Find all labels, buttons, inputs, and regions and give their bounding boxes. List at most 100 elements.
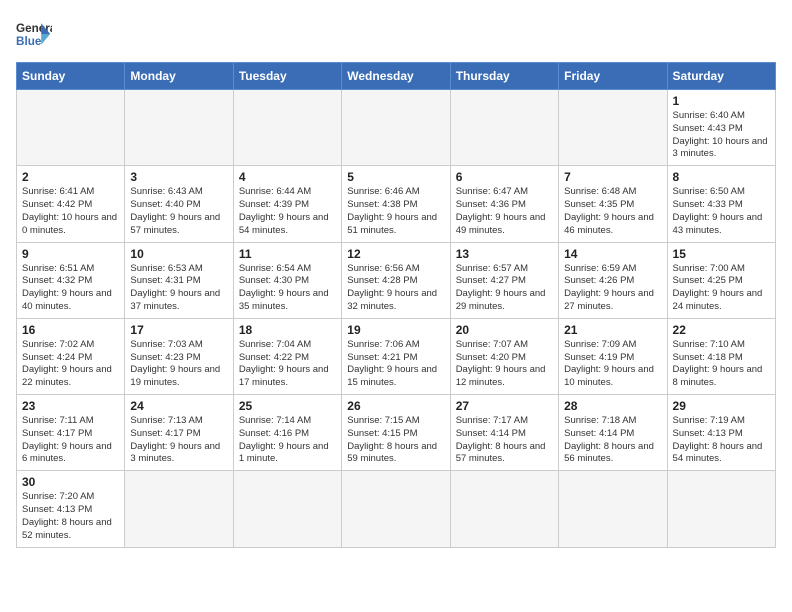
day-info: Sunrise: 7:11 AM Sunset: 4:17 PM Dayligh… (22, 415, 119, 466)
calendar-cell (559, 90, 667, 166)
calendar-cell: 14 Sunrise: 6:59 AM Sunset: 4:26 PM Dayli… (559, 242, 667, 318)
day-info: Sunrise: 6:50 AM Sunset: 4:33 PM Dayligh… (673, 186, 770, 237)
calendar-table: SundayMondayTuesdayWednesdayThursdayFrid… (16, 62, 776, 548)
day-number: 4 (239, 170, 336, 184)
week-row-6: 30 Sunrise: 7:20 AM Sunset: 4:13 PM Dayli… (17, 471, 776, 547)
day-info: Sunrise: 7:04 AM Sunset: 4:22 PM Dayligh… (239, 339, 336, 390)
calendar-cell (233, 90, 341, 166)
day-header-wednesday: Wednesday (342, 63, 450, 90)
calendar-cell: 21 Sunrise: 7:09 AM Sunset: 4:19 PM Dayli… (559, 318, 667, 394)
day-info: Sunrise: 7:18 AM Sunset: 4:14 PM Dayligh… (564, 415, 661, 466)
calendar-cell (450, 471, 558, 547)
day-number: 29 (673, 399, 770, 413)
day-info: Sunrise: 6:40 AM Sunset: 4:43 PM Dayligh… (673, 110, 770, 161)
day-number: 19 (347, 323, 444, 337)
day-info: Sunrise: 6:59 AM Sunset: 4:26 PM Dayligh… (564, 263, 661, 314)
day-number: 2 (22, 170, 119, 184)
day-info: Sunrise: 7:09 AM Sunset: 4:19 PM Dayligh… (564, 339, 661, 390)
day-number: 10 (130, 247, 227, 261)
calendar-cell: 1 Sunrise: 6:40 AM Sunset: 4:43 PM Daylig… (667, 90, 775, 166)
week-row-4: 16Sunrise: 7:02 AM Sunset: 4:24 PM Dayli… (17, 318, 776, 394)
day-info: Sunrise: 6:57 AM Sunset: 4:27 PM Dayligh… (456, 263, 553, 314)
day-info: Sunrise: 6:41 AM Sunset: 4:42 PM Dayligh… (22, 186, 119, 237)
calendar-cell (450, 90, 558, 166)
day-info: Sunrise: 6:53 AM Sunset: 4:31 PM Dayligh… (130, 263, 227, 314)
day-number: 26 (347, 399, 444, 413)
calendar-cell: 28Sunrise: 7:18 AM Sunset: 4:14 PM Dayli… (559, 395, 667, 471)
week-row-3: 9Sunrise: 6:51 AM Sunset: 4:32 PM Daylig… (17, 242, 776, 318)
day-number: 6 (456, 170, 553, 184)
day-number: 30 (22, 475, 119, 489)
day-number: 5 (347, 170, 444, 184)
calendar-cell: 11 Sunrise: 6:54 AM Sunset: 4:30 PM Dayli… (233, 242, 341, 318)
calendar-cell: 4 Sunrise: 6:44 AM Sunset: 4:39 PM Daylig… (233, 166, 341, 242)
day-info: Sunrise: 7:13 AM Sunset: 4:17 PM Dayligh… (130, 415, 227, 466)
calendar-cell: 23 Sunrise: 7:11 AM Sunset: 4:17 PM Dayli… (17, 395, 125, 471)
day-number: 14 (564, 247, 661, 261)
day-number: 16 (22, 323, 119, 337)
page-header: General Blue (16, 16, 776, 52)
day-number: 23 (22, 399, 119, 413)
days-header-row: SundayMondayTuesdayWednesdayThursdayFrid… (17, 63, 776, 90)
calendar-cell: 25Sunrise: 7:14 AM Sunset: 4:16 PM Dayli… (233, 395, 341, 471)
calendar-cell: 29 Sunrise: 7:19 AM Sunset: 4:13 PM Dayli… (667, 395, 775, 471)
day-number: 1 (673, 94, 770, 108)
day-number: 13 (456, 247, 553, 261)
calendar-cell: 19 Sunrise: 7:06 AM Sunset: 4:21 PM Dayli… (342, 318, 450, 394)
day-header-saturday: Saturday (667, 63, 775, 90)
calendar-cell: 18 Sunrise: 7:04 AM Sunset: 4:22 PM Dayli… (233, 318, 341, 394)
day-header-sunday: Sunday (17, 63, 125, 90)
day-header-tuesday: Tuesday (233, 63, 341, 90)
calendar-cell: 3Sunrise: 6:43 AM Sunset: 4:40 PM Daylig… (125, 166, 233, 242)
day-info: Sunrise: 7:17 AM Sunset: 4:14 PM Dayligh… (456, 415, 553, 466)
logo-icon: General Blue (16, 16, 52, 52)
day-number: 7 (564, 170, 661, 184)
calendar-cell: 22 Sunrise: 7:10 AM Sunset: 4:18 PM Dayli… (667, 318, 775, 394)
calendar-cell: 16Sunrise: 7:02 AM Sunset: 4:24 PM Dayli… (17, 318, 125, 394)
day-number: 24 (130, 399, 227, 413)
calendar-cell: 27 Sunrise: 7:17 AM Sunset: 4:14 PM Dayli… (450, 395, 558, 471)
day-info: Sunrise: 6:54 AM Sunset: 4:30 PM Dayligh… (239, 263, 336, 314)
calendar-cell (342, 90, 450, 166)
week-row-5: 23 Sunrise: 7:11 AM Sunset: 4:17 PM Dayli… (17, 395, 776, 471)
day-number: 8 (673, 170, 770, 184)
day-number: 21 (564, 323, 661, 337)
day-info: Sunrise: 6:56 AM Sunset: 4:28 PM Dayligh… (347, 263, 444, 314)
day-number: 11 (239, 247, 336, 261)
day-info: Sunrise: 7:20 AM Sunset: 4:13 PM Dayligh… (22, 491, 119, 542)
calendar-cell (559, 471, 667, 547)
calendar-cell: 5Sunrise: 6:46 AM Sunset: 4:38 PM Daylig… (342, 166, 450, 242)
calendar-cell: 6 Sunrise: 6:47 AM Sunset: 4:36 PM Daylig… (450, 166, 558, 242)
day-info: Sunrise: 7:10 AM Sunset: 4:18 PM Dayligh… (673, 339, 770, 390)
calendar-cell (667, 471, 775, 547)
calendar-cell (17, 90, 125, 166)
calendar-cell: 17 Sunrise: 7:03 AM Sunset: 4:23 PM Dayli… (125, 318, 233, 394)
calendar-cell: 15Sunrise: 7:00 AM Sunset: 4:25 PM Dayli… (667, 242, 775, 318)
day-info: Sunrise: 6:51 AM Sunset: 4:32 PM Dayligh… (22, 263, 119, 314)
day-info: Sunrise: 6:44 AM Sunset: 4:39 PM Dayligh… (239, 186, 336, 237)
day-info: Sunrise: 6:43 AM Sunset: 4:40 PM Dayligh… (130, 186, 227, 237)
calendar-cell (342, 471, 450, 547)
calendar-cell: 30 Sunrise: 7:20 AM Sunset: 4:13 PM Dayli… (17, 471, 125, 547)
day-number: 17 (130, 323, 227, 337)
day-number: 12 (347, 247, 444, 261)
day-info: Sunrise: 7:19 AM Sunset: 4:13 PM Dayligh… (673, 415, 770, 466)
day-info: Sunrise: 6:48 AM Sunset: 4:35 PM Dayligh… (564, 186, 661, 237)
day-info: Sunrise: 7:07 AM Sunset: 4:20 PM Dayligh… (456, 339, 553, 390)
day-header-friday: Friday (559, 63, 667, 90)
day-header-monday: Monday (125, 63, 233, 90)
calendar-cell (125, 90, 233, 166)
day-info: Sunrise: 7:06 AM Sunset: 4:21 PM Dayligh… (347, 339, 444, 390)
svg-text:Blue: Blue (16, 35, 42, 48)
day-number: 18 (239, 323, 336, 337)
day-info: Sunrise: 7:03 AM Sunset: 4:23 PM Dayligh… (130, 339, 227, 390)
day-info: Sunrise: 7:14 AM Sunset: 4:16 PM Dayligh… (239, 415, 336, 466)
day-info: Sunrise: 6:47 AM Sunset: 4:36 PM Dayligh… (456, 186, 553, 237)
calendar-cell: 24 Sunrise: 7:13 AM Sunset: 4:17 PM Dayli… (125, 395, 233, 471)
day-info: Sunrise: 7:15 AM Sunset: 4:15 PM Dayligh… (347, 415, 444, 466)
calendar-cell: 20Sunrise: 7:07 AM Sunset: 4:20 PM Dayli… (450, 318, 558, 394)
day-number: 27 (456, 399, 553, 413)
calendar-cell: 7 Sunrise: 6:48 AM Sunset: 4:35 PM Daylig… (559, 166, 667, 242)
day-number: 22 (673, 323, 770, 337)
day-number: 15 (673, 247, 770, 261)
